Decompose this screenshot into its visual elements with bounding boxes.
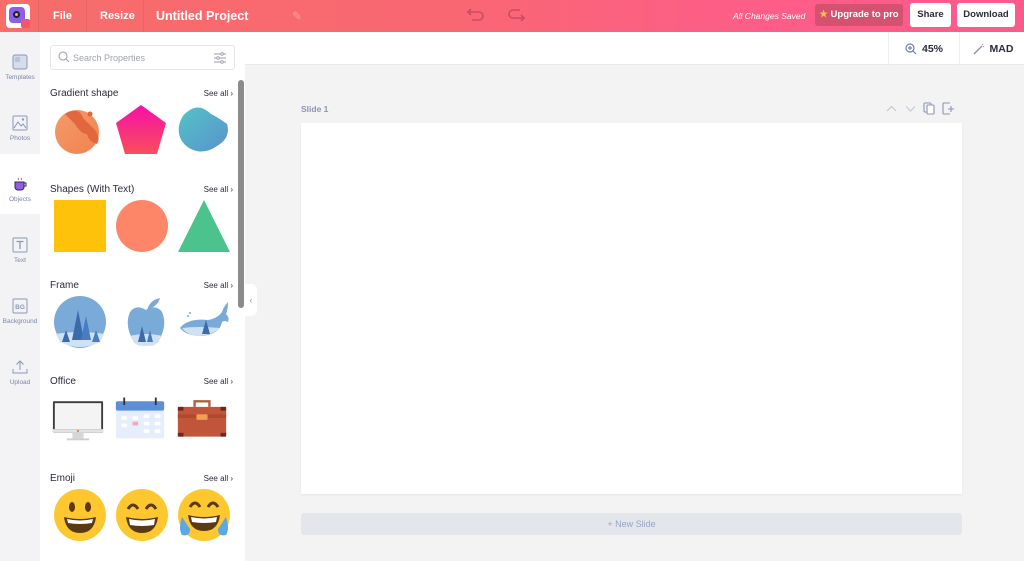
star-icon: ★ — [819, 9, 828, 20]
search-icon — [58, 51, 70, 63]
rail-item-objects[interactable]: Objects — [0, 154, 40, 214]
add-slide-icon[interactable] — [942, 102, 955, 115]
objects-panel: Gradient shape See all › Shapes (With Te… — [40, 32, 245, 561]
section-title: Emoji — [50, 473, 76, 484]
svg-text:BG: BG — [15, 304, 25, 311]
slide-label: Slide 1 — [301, 104, 329, 114]
grinning-face-emoji[interactable] — [116, 489, 168, 541]
duplicate-icon[interactable] — [923, 102, 936, 115]
salmon-circle-shape[interactable] — [116, 200, 168, 252]
rail-item-upload[interactable]: Upload — [0, 337, 40, 397]
upload-icon — [12, 360, 28, 374]
new-slide-button[interactable]: + New Slide — [301, 513, 962, 535]
bg-icon: BG — [12, 298, 28, 314]
template-icon — [12, 54, 28, 70]
divider — [143, 0, 144, 32]
download-button[interactable]: Download — [957, 3, 1015, 27]
upgrade-button[interactable]: ★ Upgrade to pro — [815, 4, 903, 26]
panel-scrollbar[interactable] — [238, 80, 244, 308]
apple-frame[interactable] — [120, 296, 172, 348]
resize-menu[interactable]: Resize — [86, 0, 149, 32]
file-menu[interactable]: File — [39, 0, 86, 32]
orange-blob-shape[interactable] — [53, 104, 105, 156]
yellow-square-shape[interactable] — [54, 200, 106, 252]
slide-tools — [885, 102, 955, 115]
magic-button[interactable]: MAD — [962, 32, 1024, 65]
rail-item-photos[interactable]: Photos — [0, 93, 40, 153]
see-all-link[interactable]: See all › — [204, 89, 233, 98]
smiling-face-emoji[interactable] — [54, 489, 106, 541]
undo-icon[interactable] — [466, 7, 486, 23]
pencil-icon[interactable]: ✎ — [292, 9, 302, 23]
search-box[interactable] — [50, 45, 235, 70]
coffee-cup-icon — [14, 177, 27, 191]
left-rail: Templates Photos Objects Text BG Backgro… — [0, 32, 40, 561]
move-down-icon[interactable] — [904, 102, 917, 115]
monitor-icon[interactable] — [52, 392, 104, 444]
app-logo[interactable] — [6, 4, 30, 28]
circle-frame[interactable] — [54, 296, 106, 348]
zoom-in-icon — [905, 42, 917, 54]
share-button[interactable]: Share — [910, 3, 951, 27]
move-up-icon[interactable] — [885, 102, 898, 115]
see-all-link[interactable]: See all › — [204, 377, 233, 386]
section-title: Gradient shape — [50, 88, 119, 99]
section-title: Office — [50, 376, 76, 387]
magic-wand-icon — [973, 43, 984, 54]
see-all-link[interactable]: See all › — [204, 474, 233, 483]
search-input[interactable] — [73, 50, 213, 66]
briefcase-icon[interactable] — [176, 392, 228, 444]
tears-of-joy-emoji[interactable] — [178, 489, 230, 541]
filter-icon[interactable] — [214, 52, 226, 64]
green-triangle-shape[interactable] — [178, 200, 230, 252]
teal-blob-shape[interactable] — [177, 104, 229, 156]
zoom-level: 45% — [921, 42, 943, 55]
see-all-link[interactable]: See all › — [204, 281, 233, 290]
collapse-panel-button[interactable]: ‹ — [245, 284, 257, 316]
rail-item-text[interactable]: Text — [0, 215, 40, 275]
see-all-link[interactable]: See all › — [204, 185, 233, 194]
zoom-control[interactable]: 45% — [888, 32, 960, 65]
slide-canvas[interactable] — [301, 123, 962, 494]
save-status: All Changes Saved — [733, 11, 806, 21]
section-title: Frame — [50, 280, 79, 291]
project-title[interactable]: Untitled Project — [156, 0, 248, 32]
text-icon — [12, 237, 28, 253]
chevron-left-icon: ‹ — [249, 295, 253, 305]
calendar-icon[interactable] — [114, 392, 166, 444]
pink-pentagon-shape[interactable] — [115, 104, 167, 156]
rail-item-background[interactable]: BG Background — [0, 276, 40, 336]
rail-item-templates[interactable]: Templates — [0, 32, 40, 92]
image-icon — [12, 115, 28, 131]
section-title: Shapes (With Text) — [50, 184, 135, 195]
top-bar: File Resize Untitled Project ✎ All Chang… — [0, 0, 1024, 32]
whale-frame[interactable] — [178, 296, 230, 348]
redo-icon[interactable] — [506, 7, 526, 23]
